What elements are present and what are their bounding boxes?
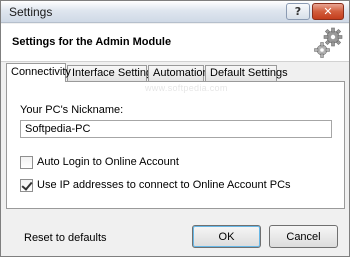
nickname-input[interactable] [20,120,332,138]
tab-interface-settings[interactable]: Interface Settings [67,65,158,81]
tab-label: Interface Settings [72,67,158,79]
use-ip-option[interactable]: Use IP addresses to connect to Online Ac… [20,178,291,192]
tab-label: Default Settings [210,67,288,79]
header-panel: Settings for the Admin Module [1,24,349,62]
auto-login-label: Auto Login to Online Account [37,156,179,168]
settings-window: Settings ? ✕ Settings for the Admin Modu… [0,0,350,257]
use-ip-checkbox[interactable] [20,178,33,192]
help-button[interactable]: ? [286,3,310,20]
reset-to-defaults-link[interactable]: Reset to defaults [24,232,107,244]
cancel-button-label: Cancel [286,230,321,243]
page-title: Settings for the Admin Module [12,36,172,48]
tab-label: Connectivity [11,66,71,78]
tab-connectivity[interactable]: Connectivity [6,63,71,82]
watermark: www.softpedia.com [145,83,228,93]
auto-login-checkbox[interactable] [20,155,33,169]
tab-automation[interactable]: Automation [148,65,209,81]
close-icon: ✕ [323,5,333,18]
auto-login-option[interactable]: Auto Login to Online Account [20,155,179,169]
use-ip-label: Use IP addresses to connect to Online Ac… [37,179,291,191]
nickname-label: Your PC's Nickname: [20,104,124,116]
window-title: Settings [9,5,53,19]
connectivity-panel: www.softpedia.com Your PC's Nickname: Au… [6,81,345,209]
tab-label: Automation [153,67,209,79]
ok-button-label: OK [218,230,235,243]
ok-button[interactable]: OK [192,225,261,248]
title-bar[interactable]: Settings ? ✕ [1,1,349,23]
gears-icon [314,27,343,58]
tab-default-settings[interactable]: Default Settings [205,65,288,81]
cancel-button[interactable]: Cancel [269,225,338,248]
help-icon: ? [294,5,302,18]
close-button[interactable]: ✕ [312,3,344,20]
